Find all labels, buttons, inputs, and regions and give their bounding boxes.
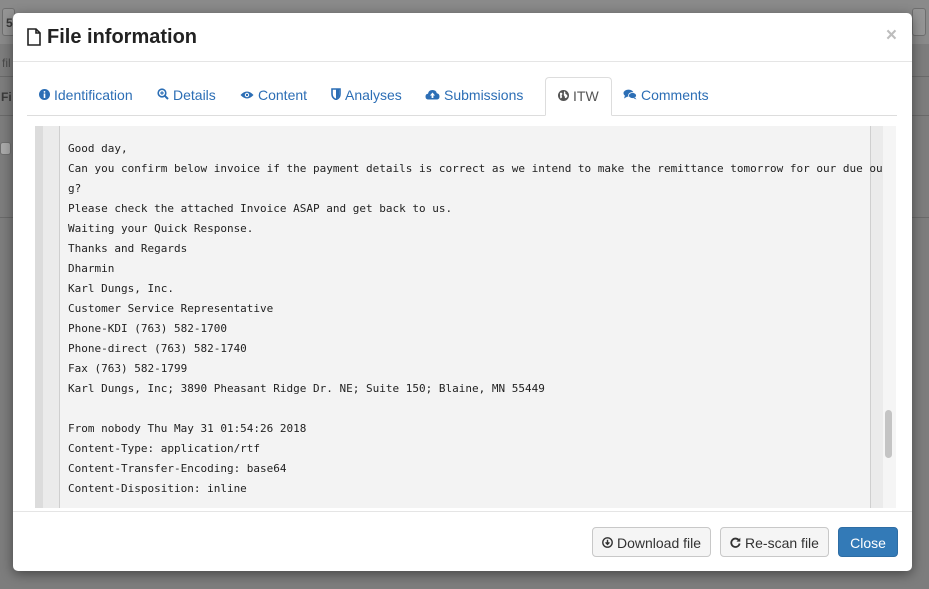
download-file-label: Download file (616, 535, 702, 551)
background-snippet: Fi (1, 90, 12, 104)
tab-itw[interactable]: ITW (545, 77, 612, 116)
tab-label: ITW (573, 88, 599, 104)
shield-icon (331, 77, 341, 113)
tab-label: Analyses (345, 87, 402, 103)
tab-analyses[interactable]: Analyses (331, 77, 402, 113)
tab-label: Details (173, 87, 216, 103)
tab-details[interactable]: Details (157, 77, 216, 113)
itw-content-area: Good day, Can you confirm below invoice i… (35, 126, 891, 508)
email-line: g? (68, 182, 82, 195)
email-line: Good day, (68, 142, 128, 155)
email-line: Karl Dungs, Inc; 3890 Pheasant Ridge Dr.… (68, 382, 545, 395)
globe-icon (558, 78, 569, 114)
background-checkbox (0, 142, 11, 155)
rescan-file-button[interactable]: Re-scan file (720, 527, 829, 557)
email-line: Waiting your Quick Response. (68, 222, 254, 235)
tab-bar: Identification Details Content Analyses … (27, 77, 897, 116)
modal-footer: Download file Re-scan file Close (13, 511, 912, 571)
rescan-file-label: Re-scan file (745, 535, 819, 551)
email-line (68, 401, 868, 421)
tab-label: Comments (641, 87, 709, 103)
modal-title: File information (47, 26, 197, 48)
background-input (912, 8, 926, 36)
email-line: Customer Service Representative (68, 302, 274, 315)
content-scrollbar[interactable] (883, 126, 896, 508)
email-line: Can you confirm below invoice if the pay… (68, 162, 891, 175)
zoom-icon (157, 77, 169, 113)
tab-content[interactable]: Content (240, 77, 307, 113)
close-icon[interactable]: × (886, 26, 897, 46)
comments-icon (623, 77, 637, 113)
download-icon (602, 528, 613, 558)
email-line: Phone-direct (763) 582-1740 (68, 342, 247, 355)
background-snippet: 5 (6, 16, 13, 30)
background-snippet: fil (2, 56, 11, 70)
tab-submissions[interactable]: Submissions (425, 77, 523, 113)
scrollbar-thumb[interactable] (885, 410, 892, 458)
cloud-upload-icon (425, 77, 440, 113)
email-line: Phone-KDI (763) 582-1700 (68, 322, 227, 335)
email-line: Fax (763) 582-1799 (68, 362, 188, 375)
modal-header: File information × (13, 13, 912, 62)
eye-icon (240, 77, 254, 113)
content-gutter (35, 126, 43, 508)
refresh-icon (730, 528, 741, 558)
tab-label: Identification (54, 87, 133, 103)
email-line: Please check the attached Invoice ASAP a… (68, 202, 453, 215)
tab-comments[interactable]: Comments (623, 77, 709, 113)
info-icon (39, 77, 50, 113)
tab-label: Content (258, 87, 308, 103)
email-line: From nobody Thu May 31 01:54:26 2018 (68, 422, 307, 435)
download-file-button[interactable]: Download file (592, 527, 711, 557)
email-line: Thanks and Regards (68, 242, 188, 255)
email-line: Content-Type: application/rtf (68, 442, 261, 455)
email-text-lines: Good day, Can you confirm below invoice i… (68, 141, 891, 501)
file-information-modal: File information × Identification Detail… (13, 13, 912, 571)
tab-identification[interactable]: Identification (39, 77, 133, 113)
file-icon (27, 28, 41, 46)
close-button[interactable]: Close (838, 527, 898, 557)
email-line: Karl Dungs, Inc. (68, 282, 174, 295)
email-line: Dharmin (68, 262, 115, 275)
email-line: Content-Disposition: inline (68, 482, 247, 495)
email-line: Content-Transfer-Encoding: base64 (68, 462, 287, 475)
tab-label: Submissions (444, 87, 524, 103)
